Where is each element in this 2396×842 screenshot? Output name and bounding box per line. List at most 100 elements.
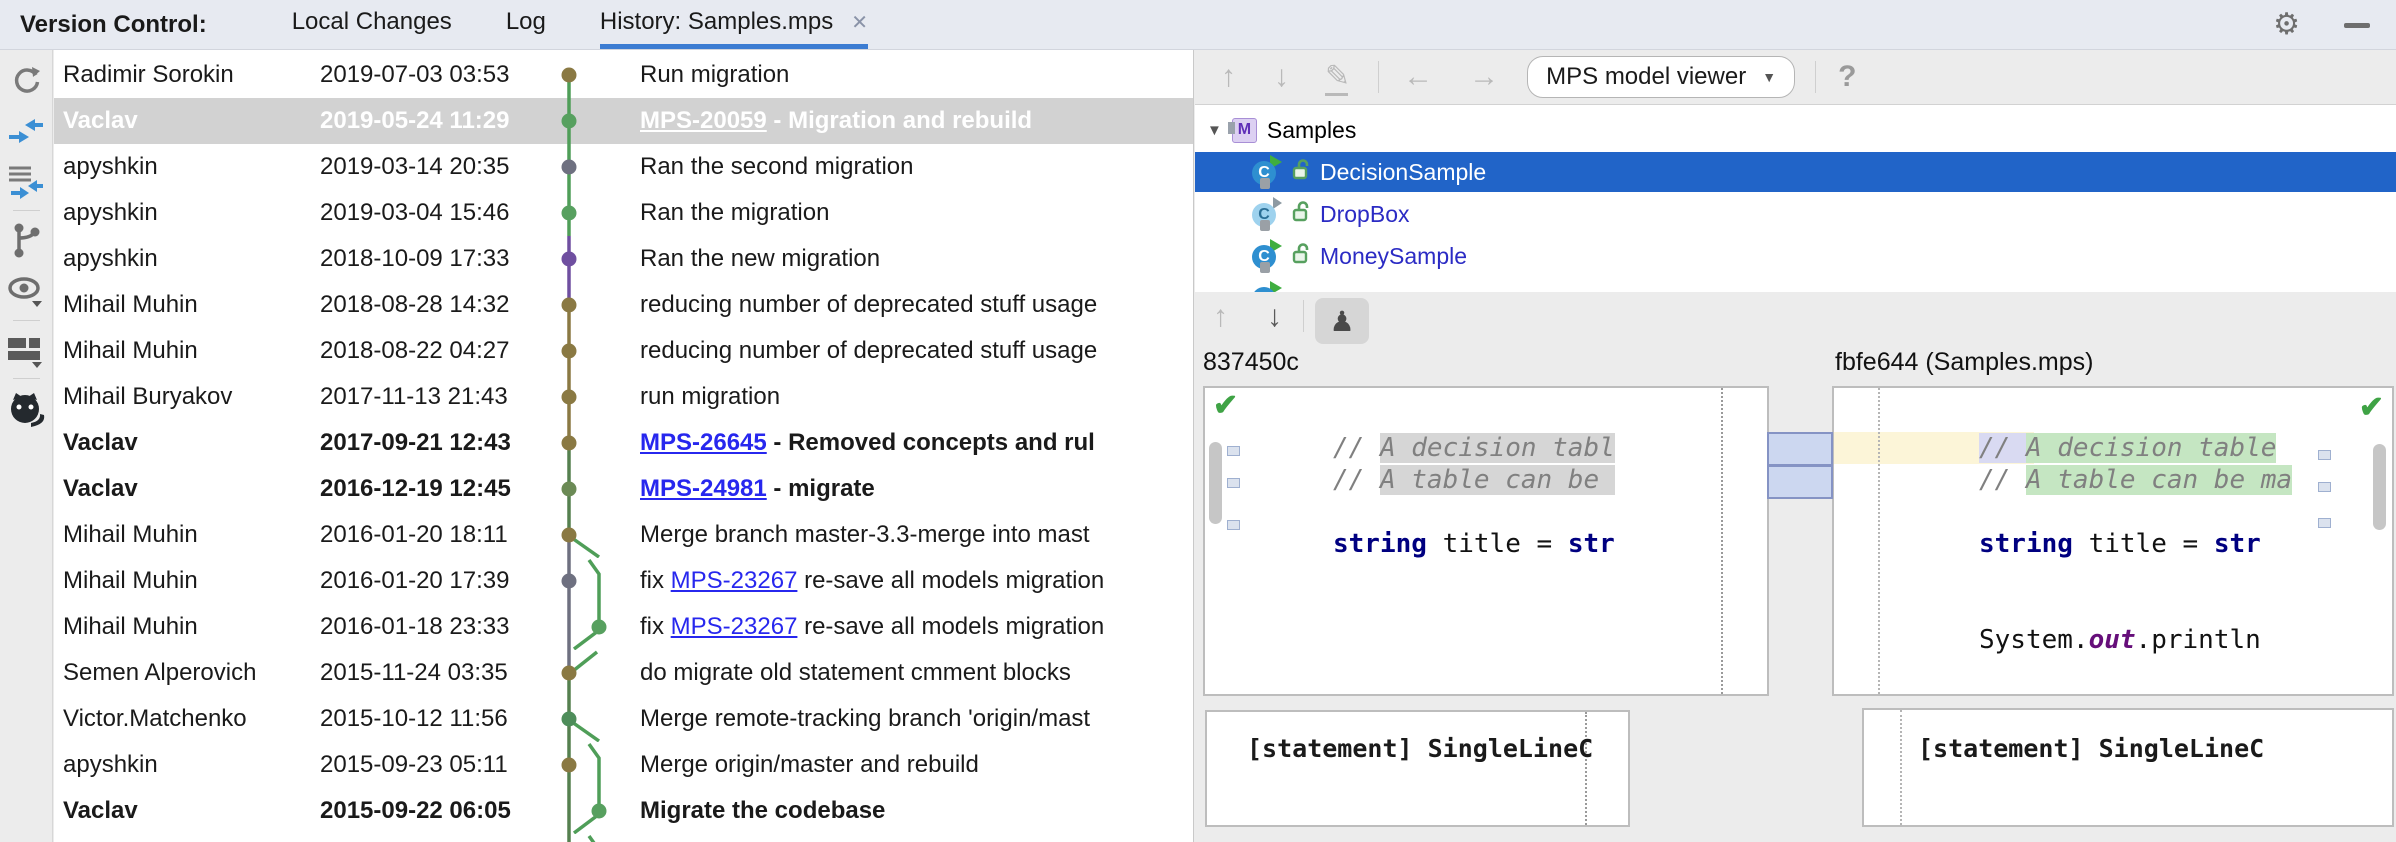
commit-graph	[545, 190, 640, 236]
code-line: string title = str	[1979, 528, 2292, 560]
next-difference-icon[interactable]: ↓	[1267, 302, 1282, 332]
commit-graph	[545, 650, 640, 696]
commit-row[interactable]: Vaclav2015-09-22 06:05Migrate the codeba…	[54, 788, 1193, 834]
tab-log[interactable]: Log	[506, 0, 546, 49]
code-editor-right[interactable]: // A decision table// A table can be ma …	[1979, 432, 2292, 656]
viewer-mode-dropdown[interactable]: MPS model viewer ▼	[1527, 56, 1795, 98]
commit-message: fix MPS-23267 re-save all models migrati…	[640, 567, 1193, 595]
tree-item-partial[interactable]: C	[1195, 278, 2396, 292]
commit-message: Ran the migration	[640, 199, 1193, 227]
help-icon[interactable]: ?	[1838, 60, 1856, 94]
commit-row[interactable]: Vaclav2019-05-24 11:29MPS-20059 - Migrat…	[54, 98, 1193, 144]
tree-root-samples[interactable]: ▼ M Samples	[1195, 110, 2396, 150]
issue-link[interactable]: MPS-26645	[640, 429, 767, 456]
scrollbar-thumb[interactable]	[1209, 442, 1222, 524]
diff-pane-right[interactable]: ✔ // A decision table// A table can be m…	[1832, 386, 2394, 696]
tree-item-decisionsample[interactable]: C DecisionSample	[1195, 152, 2396, 192]
fold-marker-icon[interactable]	[2318, 450, 2331, 460]
commit-row[interactable]: Radimir Sorokin2019-07-03 03:53Run migra…	[54, 52, 1193, 98]
commit-graph	[545, 742, 640, 788]
commit-row[interactable]	[54, 834, 1193, 842]
code-editor-left[interactable]: // A decision tabl// A table can be stri…	[1333, 432, 1615, 560]
code-line: // A decision table	[1979, 432, 2292, 464]
commit-author: Vaclav	[54, 429, 320, 457]
tree-item-moneysample[interactable]: C MoneySample	[1195, 236, 2396, 276]
issue-link[interactable]: MPS-23267	[671, 613, 798, 640]
commit-row[interactable]: Victor.Matchenko2015-10-12 11:56Merge re…	[54, 696, 1193, 742]
commit-history-table[interactable]: Radimir Sorokin2019-07-03 03:53Run migra…	[54, 50, 1194, 842]
commit-date: 2016-12-19 12:45	[320, 475, 545, 503]
diff-preview-panel: ↑ ↓ ✎ ← → MPS model viewer ▼ ? ▼ M Sampl…	[1195, 50, 2396, 842]
commit-row[interactable]: Mihail Muhin2016-01-18 23:33fix MPS-2326…	[54, 604, 1193, 650]
commit-row[interactable]: Mihail Muhin2016-01-20 18:11Merge branch…	[54, 512, 1193, 558]
hide-panel-icon[interactable]	[2344, 23, 2370, 28]
fold-marker-icon[interactable]	[1227, 446, 1240, 456]
commit-row[interactable]: Semen Alperovich2015-11-24 03:35do migra…	[54, 650, 1193, 696]
commit-graph	[545, 98, 640, 144]
commit-row[interactable]: Mihail Muhin2018-08-22 04:27reducing num…	[54, 328, 1193, 374]
refresh-icon[interactable]	[8, 62, 44, 103]
commit-message: Merge branch master-3.3-merge into mast	[640, 521, 1193, 549]
code-line	[1979, 560, 2292, 592]
issue-link[interactable]: MPS-24981	[640, 475, 767, 502]
commit-row[interactable]: Mihail Muhin2016-01-20 17:39fix MPS-2326…	[54, 558, 1193, 604]
commit-author: apyshkin	[54, 199, 320, 227]
fold-marker-icon[interactable]	[2318, 482, 2331, 492]
pin-toggle-button[interactable]: ♟	[1315, 298, 1369, 344]
previous-difference-icon[interactable]: ↑	[1213, 302, 1228, 332]
issue-link[interactable]: MPS-20059	[640, 107, 767, 134]
commit-row[interactable]: apyshkin2019-03-04 15:46Ran the migratio…	[54, 190, 1193, 236]
diff-root-cell-right[interactable]: [statement] SingleLineC	[1862, 708, 2394, 827]
commit-row[interactable]: Mihail Muhin2018-08-28 14:32reducing num…	[54, 282, 1193, 328]
check-icon: ✔	[2359, 390, 2384, 425]
tab-history-samples[interactable]: History: Samples.mps ✕	[600, 0, 868, 49]
commit-author: apyshkin	[54, 751, 320, 779]
code-line: string title = str	[1333, 528, 1615, 560]
commit-author: Vaclav	[54, 107, 320, 135]
commit-author: Mihail Buryakov	[54, 383, 320, 411]
stripe-divider	[13, 378, 40, 379]
fold-marker-icon[interactable]	[1227, 478, 1240, 488]
fold-marker-icon[interactable]	[1227, 520, 1240, 530]
forward-arrow-icon[interactable]: →	[1469, 62, 1499, 92]
collapse-arrows-icon[interactable]	[7, 114, 45, 153]
collapse-list-icon[interactable]	[7, 164, 45, 207]
github-icon[interactable]	[6, 390, 46, 435]
diff-pane-left[interactable]: ✔ // A decision tabl// A table can be st…	[1203, 386, 1769, 696]
commit-row[interactable]: Vaclav2017-09-21 12:43MPS-26645 - Remove…	[54, 420, 1193, 466]
commit-row[interactable]: apyshkin2018-10-09 17:33Ran the new migr…	[54, 236, 1193, 282]
message-text: reducing number of deprecated stuff usag…	[640, 291, 1097, 318]
edit-source-icon[interactable]: ✎	[1325, 62, 1350, 92]
concept-icon: C	[1251, 241, 1282, 272]
back-arrow-icon[interactable]: ←	[1403, 62, 1433, 92]
layout-icon[interactable]	[6, 334, 46, 375]
commit-graph	[545, 512, 640, 558]
commit-graph	[545, 420, 640, 466]
scrollbar-thumb[interactable]	[2373, 444, 2386, 530]
close-tab-icon[interactable]: ✕	[851, 10, 868, 35]
commit-graph	[545, 558, 640, 604]
commit-date: 2015-11-24 03:35	[320, 659, 545, 687]
down-arrow-icon[interactable]: ↓	[1274, 62, 1289, 92]
tab-local-changes[interactable]: Local Changes	[292, 0, 452, 49]
branch-icon[interactable]	[9, 222, 43, 263]
tree-item-dropbox[interactable]: C DropBox	[1195, 194, 2396, 234]
issue-link[interactable]: MPS-23267	[671, 567, 798, 594]
up-arrow-icon[interactable]: ↑	[1221, 62, 1236, 92]
diff-root-cell-left[interactable]: [statement] SingleLineC	[1205, 710, 1630, 827]
chevron-expanded-icon[interactable]: ▼	[1207, 122, 1222, 139]
gear-icon[interactable]: ⚙	[2273, 10, 2300, 40]
commit-date: 2018-10-09 17:33	[320, 245, 545, 273]
commit-message: Merge origin/master and rebuild	[640, 751, 1193, 779]
diff-connector-band	[1767, 432, 1833, 466]
tab-label: History: Samples.mps	[600, 8, 833, 36]
message-text: fix	[640, 567, 671, 594]
commit-row[interactable]: apyshkin2015-09-23 05:11Merge origin/mas…	[54, 742, 1193, 788]
commit-row[interactable]: apyshkin2019-03-14 20:35Ran the second m…	[54, 144, 1193, 190]
concept-icon: C	[1251, 283, 1282, 293]
fold-marker-icon[interactable]	[2318, 518, 2331, 528]
toolbar-divider	[1378, 61, 1379, 93]
commit-row[interactable]: Mihail Buryakov2017-11-13 21:43run migra…	[54, 374, 1193, 420]
preview-eye-icon[interactable]	[6, 274, 46, 315]
commit-row[interactable]: Vaclav2016-12-19 12:45MPS-24981 - migrat…	[54, 466, 1193, 512]
